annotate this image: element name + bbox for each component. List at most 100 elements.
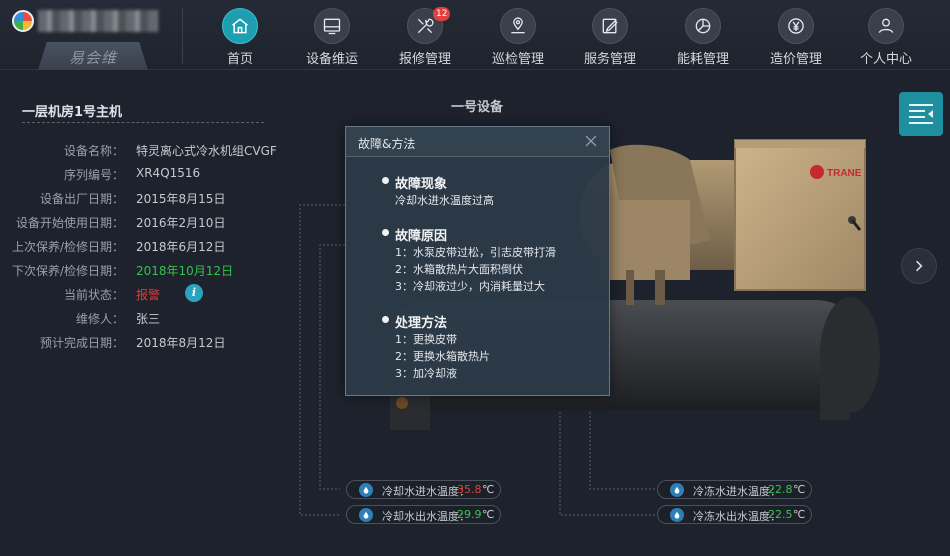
- brand-logo-icon: [12, 10, 34, 32]
- section-line: 1：水泵皮带过松，引志皮带打滑: [395, 246, 556, 259]
- brand-name-blurred: [38, 10, 158, 32]
- nav-item-home[interactable]: 首页: [192, 0, 288, 70]
- nav-label: 能耗管理: [676, 52, 729, 67]
- info-value: 2015年8月15日: [136, 192, 226, 206]
- equipment-title: 一号设备: [451, 100, 504, 115]
- info-value: 2016年2月10日: [136, 216, 226, 230]
- info-label: 预计完成日期：: [39, 336, 124, 350]
- water-drop-icon: [359, 508, 373, 522]
- info-label: 设备出厂日期：: [39, 192, 124, 206]
- fix-method-section: 处理方法 1：更换皮带 2：更换水箱散热片 3：加冷却液: [382, 312, 490, 382]
- info-row-last-maintenance: 上次保养/检修日期： 2018年6月12日: [0, 238, 300, 256]
- info-label: 序列编号：: [63, 168, 124, 182]
- nav-label: 巡检管理: [491, 52, 544, 67]
- sensor-value: 35.8: [457, 483, 482, 496]
- sensor-unit: ℃: [482, 483, 495, 496]
- info-value: 2018年10月12日: [136, 264, 234, 278]
- info-icon[interactable]: i: [185, 284, 203, 302]
- brand-sub-name: 易会维: [68, 49, 117, 67]
- equipment-location-title: 一层机房1号主机: [22, 105, 123, 120]
- brand[interactable]: 易会维: [0, 0, 182, 70]
- chevron-right-icon: [916, 260, 923, 272]
- nav-item-cost[interactable]: 造价管理: [748, 0, 844, 70]
- water-drop-icon: [670, 483, 684, 497]
- nav-label: 首页: [226, 52, 253, 67]
- info-row-next-maintenance: 下次保养/检修日期： 2018年10月12日: [0, 262, 300, 280]
- nav-item-equipment[interactable]: 设备维运: [284, 0, 380, 70]
- title-divider: [22, 122, 264, 123]
- info-row-repairer: 维修人： 张三: [0, 310, 300, 328]
- status-alarm-value: 报警: [136, 288, 161, 302]
- info-label: 下次保养/检修日期：: [11, 264, 124, 278]
- info-row-status: 当前状态： 报警 i: [0, 284, 300, 304]
- menu-collapse-icon: [909, 104, 933, 124]
- sensor-unit: ℃: [793, 508, 806, 521]
- fault-cause-section: 故障原因 1：水泵皮带过松，引志皮带打滑 2：水箱散热片大面积倒伏 3：冷却液过…: [382, 225, 556, 295]
- nav-label: 报修管理: [398, 52, 451, 67]
- section-heading: 处理方法: [382, 312, 490, 331]
- section-line: 1：更换皮带: [395, 333, 457, 346]
- info-row-name: 设备名称： 特灵离心式冷水机组CVGF: [0, 142, 300, 160]
- info-row-manufacture-date: 设备出厂日期： 2015年8月15日: [0, 190, 300, 208]
- sensor-chilled-water-outlet: 冷冻水出水温度： 22.5 ℃: [657, 505, 812, 524]
- info-row-start-date: 设备开始使用日期： 2016年2月10日: [0, 214, 300, 232]
- info-label: 设备开始使用日期：: [15, 216, 124, 230]
- svg-text:TRANE: TRANE: [827, 168, 862, 179]
- section-heading: 故障现象: [382, 173, 494, 192]
- sensor-unit: ℃: [482, 508, 495, 521]
- sensor-unit: ℃: [793, 483, 806, 496]
- nav-label: 设备维运: [305, 52, 358, 67]
- section-line: 3：冷却液过少，内消耗量过大: [395, 280, 545, 293]
- section-line: 3：加冷却液: [395, 367, 457, 380]
- section-heading: 故障原因: [382, 225, 556, 244]
- section-line: 2：水箱散热片大面积倒伏: [395, 263, 523, 276]
- nav-item-energy[interactable]: 能耗管理: [655, 0, 751, 70]
- section-line: 冷却水进水温度过高: [395, 194, 494, 207]
- info-row-serial: 序列编号： XR4Q1516: [0, 166, 300, 184]
- sensor-value: 29.9: [457, 508, 482, 521]
- info-row-estimated-completion: 预计完成日期： 2018年8月12日: [0, 334, 300, 352]
- nav-item-profile[interactable]: 个人中心: [838, 0, 934, 70]
- top-header: 易会维 首页 设备维运 12 报修管理 巡检管理 服务管理 能耗管理 造价管理 …: [0, 0, 950, 70]
- nav-label: 造价管理: [769, 52, 822, 67]
- info-label: 维修人：: [75, 312, 124, 326]
- header-divider: [182, 8, 183, 64]
- fault-method-dialog: 故障&方法 故障现象 冷却水进水温度过高 故障原因 1：水泵皮带过松，引志皮带打…: [345, 126, 610, 396]
- notification-badge: 12: [433, 7, 451, 21]
- next-equipment-button[interactable]: [901, 248, 937, 284]
- yen-icon: [778, 8, 814, 44]
- side-menu-toggle-button[interactable]: [899, 92, 943, 136]
- nav-item-inspection[interactable]: 巡检管理: [470, 0, 566, 70]
- location-pin-icon: [500, 8, 536, 44]
- section-line: 2：更换水箱散热片: [395, 350, 490, 363]
- home-icon: [222, 8, 258, 44]
- edit-icon: [592, 8, 628, 44]
- info-value: 张三: [136, 312, 161, 326]
- sensor-cooling-water-inlet: 冷却水进水温度： 35.8 ℃: [346, 480, 501, 499]
- info-value: 2018年8月12日: [136, 336, 226, 350]
- info-value: 特灵离心式冷水机组CVGF: [136, 144, 277, 158]
- fault-symptom-section: 故障现象 冷却水进水温度过高: [382, 173, 494, 209]
- dialog-title: 故障&方法: [358, 137, 416, 151]
- info-value: 2018年6月12日: [136, 240, 226, 254]
- pie-chart-icon: [685, 8, 721, 44]
- nav-item-service[interactable]: 服务管理: [562, 0, 658, 70]
- close-icon[interactable]: [583, 133, 599, 149]
- info-label: 上次保养/检修日期：: [11, 240, 124, 254]
- water-drop-icon: [359, 483, 373, 497]
- info-value: XR4Q1516: [136, 166, 201, 180]
- info-label: 当前状态：: [63, 288, 124, 302]
- monitor-icon: [314, 8, 350, 44]
- info-label: 设备名称：: [63, 144, 124, 158]
- trane-logo-icon: [810, 165, 824, 179]
- dialog-header: 故障&方法: [346, 127, 609, 157]
- user-icon: [868, 8, 904, 44]
- sensor-chilled-water-inlet: 冷冻水进水温度： 22.8 ℃: [657, 480, 812, 499]
- sensor-value: 22.5: [768, 508, 793, 521]
- main-nav: 首页 设备维运 12 报修管理 巡检管理 服务管理 能耗管理 造价管理 个人中心: [190, 0, 950, 70]
- sensor-cooling-water-outlet: 冷却水出水温度： 29.9 ℃: [346, 505, 501, 524]
- water-drop-icon: [670, 508, 684, 522]
- nav-label: 服务管理: [583, 52, 636, 67]
- nav-label: 个人中心: [859, 52, 912, 67]
- nav-item-repair[interactable]: 12 报修管理: [377, 0, 473, 70]
